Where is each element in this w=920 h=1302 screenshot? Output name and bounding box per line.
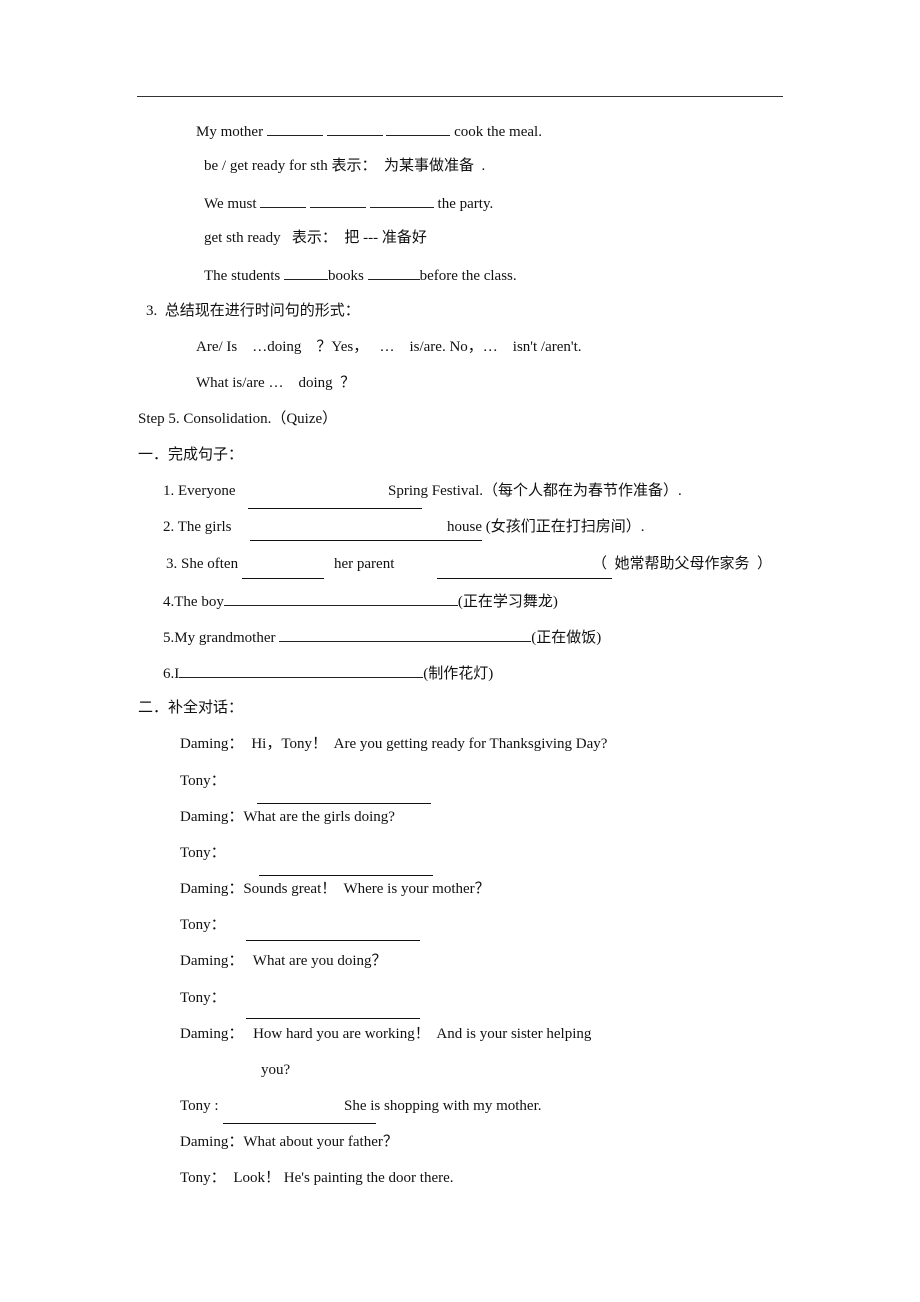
note-text: before the class. [419,268,517,284]
note-text: We must [204,196,261,212]
blank[interactable] [266,121,323,136]
dialogue-line-6: Tony： [180,917,226,933]
dialogue-blank-2[interactable] [259,875,433,876]
utterance: Hi，Tony！ Are you getting ready for Thank… [251,736,608,752]
item-3-label: 3. She often [166,556,239,572]
dialogue-line-7: Daming： What are you doing？ [180,952,387,970]
note-text: cook the meal. [450,124,542,140]
dialogue-line-3: Daming：What are the girls doing? [180,808,395,826]
speaker: Daming： [180,736,244,752]
speaker: Daming： [180,1026,244,1042]
speaker: Tony： [180,1170,226,1186]
item-3-blank-1[interactable] [242,578,324,579]
dialogue-line-4: Tony： [180,845,226,861]
note-text: books [328,268,368,284]
dialogue-blank-3[interactable] [246,940,420,941]
utterance: What are you doing？ [249,953,387,969]
dialogue-line-2: Tony： [180,773,226,789]
item-5: 5.My grandmother (正在做饭) [163,627,601,647]
item-2-label: 2. The girls [163,519,232,535]
dialogue-blank-5[interactable] [223,1123,376,1124]
speaker: Daming： [180,1134,244,1150]
item-1-tail: Spring Festival.（每个人都在为春节作准备）. [388,483,682,499]
blank[interactable] [386,121,451,136]
item-1-blank[interactable] [248,508,422,509]
speaker: Daming： [180,809,244,825]
blank[interactable] [310,193,367,208]
blank[interactable] [179,663,424,678]
item-hint: (正在做饭) [531,630,602,646]
blank[interactable] [367,265,420,280]
summary-title: 3. 总结现在进行时问句的形式： [146,303,360,319]
item-label: 4.The boy [163,594,224,610]
dialogue-line-10-text: She is shopping with my mother. [344,1098,542,1114]
utterance: Look！ He's painting the door there. [229,1170,454,1186]
note-line-3: We must the party. [204,193,493,213]
note-line-4: get sth ready 表示： 把 --- 准备好 [204,230,427,246]
blank[interactable] [284,265,328,280]
dialogue-line-9-cont: you? [261,1062,291,1078]
blank[interactable] [326,121,383,136]
blank[interactable] [279,627,532,642]
item-hint: (正在学习舞龙) [457,594,558,610]
step5-title: Step 5. Consolidation.（Quize） [138,411,338,427]
dialogue-blank-1[interactable] [257,803,431,804]
summary-line-1: Are/ Is …doing ？Yes， … is/are. No，… isn'… [196,339,582,355]
dialogue-line-5: Daming：Sounds great！ Where is your mothe… [180,880,490,898]
item-hint: (制作花灯) [423,666,494,682]
item-3-mid: her parent [334,556,395,572]
note-line-2: be / get ready for sth 表示： 为某事做准备 . [204,158,486,174]
item-3-blank-2[interactable] [437,578,612,579]
utterance: Sounds great！ Where is your mother？ [243,881,490,897]
note-line-5: The students books before the class. [204,265,517,285]
item-3-tail: （ 她常帮助父母作家务 ） [592,556,773,572]
part2-title: 二．补全对话： [138,700,244,716]
note-text: the party. [433,196,494,212]
part1-title: 一．完成句子： [138,447,244,463]
speaker: Daming： [180,953,244,969]
item-6: 6.I (制作花灯) [163,663,493,683]
item-2-tail: house (女孩们正在打扫房间）. [447,519,645,535]
summary-line-2: What is/are … doing ？ [196,375,356,391]
dialogue-line-10-speaker: Tony : [180,1098,219,1114]
dialogue-line-8: Tony： [180,990,226,1006]
speaker: Daming： [180,881,244,897]
blank[interactable] [369,193,434,208]
blank[interactable] [260,193,307,208]
dialogue-line-9: Daming： How hard you are working！ And is… [180,1025,591,1043]
item-4: 4.The boy (正在学习舞龙) [163,591,558,611]
utterance: How hard you are working！ And is your si… [249,1026,592,1042]
item-2-blank[interactable] [250,540,482,541]
item-label: 6.I [163,666,180,682]
blank[interactable] [223,591,458,606]
dialogue-line-1: Daming： Hi，Tony！ Are you getting ready fo… [180,735,607,753]
note-text: The students [204,268,284,284]
note-line-1: My mother cook the meal. [196,121,542,141]
item-1-label: 1. Everyone [163,483,236,499]
note-text: My mother [196,124,267,140]
utterance: What are the girls doing? [243,809,395,825]
dialogue-line-11: Daming：What about your father？ [180,1133,398,1151]
header-rule [137,96,783,97]
item-label: 5.My grandmother [163,630,280,646]
dialogue-line-12: Tony： Look！ He's painting the door there… [180,1169,454,1187]
dialogue-blank-4[interactable] [246,1018,420,1019]
utterance: What about your father？ [243,1134,398,1150]
